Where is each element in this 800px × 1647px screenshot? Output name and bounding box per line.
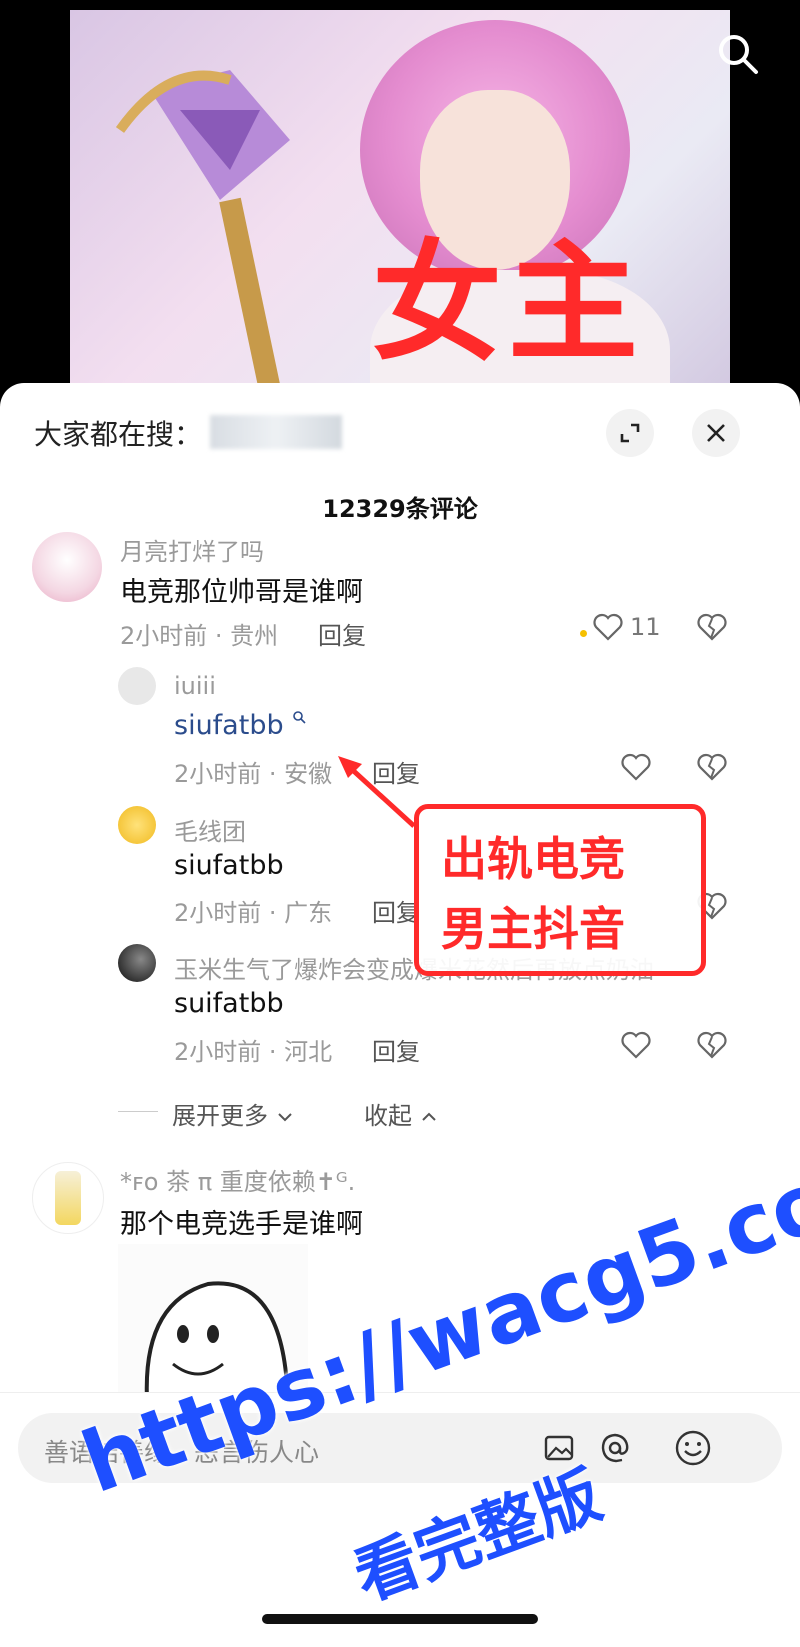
annotation-arrow xyxy=(338,756,416,828)
expand-more-button[interactable]: 展开更多 xyxy=(172,1096,294,1131)
comment-text: 电竞那位帅哥是谁啊 xyxy=(120,577,363,608)
heart-icon xyxy=(593,613,623,641)
comment-meta: 2小时前 · 贵州 xyxy=(120,622,279,650)
like-button[interactable] xyxy=(620,1030,652,1064)
broken-heart-icon xyxy=(697,613,727,641)
at-mention-icon[interactable] xyxy=(598,1431,632,1465)
avatar[interactable] xyxy=(32,1162,104,1234)
avatar[interactable] xyxy=(32,532,102,602)
dislike-button[interactable] xyxy=(696,752,728,786)
search-hint-label: 大家都在搜： xyxy=(34,418,203,451)
collapse-label: 收起 xyxy=(364,1102,412,1130)
reply-username[interactable]: iuiii xyxy=(174,672,216,700)
annotation-box: 出轨电竞 男主抖音 xyxy=(414,804,706,976)
reply-meta: 2小时前 · 安徽 xyxy=(174,760,333,788)
search-hint-blurred[interactable] xyxy=(210,415,342,449)
reply-text-link[interactable]: siufatbb xyxy=(174,710,306,741)
avatar[interactable] xyxy=(118,806,156,844)
heart-icon xyxy=(621,1031,651,1059)
dislike-button[interactable] xyxy=(696,612,728,646)
reply-text: suifatbb xyxy=(174,988,284,1019)
expand-more-label: 展开更多 xyxy=(172,1102,268,1130)
broken-heart-icon xyxy=(697,753,727,781)
chevron-up-icon xyxy=(421,1112,436,1121)
like-button[interactable]: 11 xyxy=(592,612,661,642)
unread-dot xyxy=(580,630,587,637)
emoji-icon[interactable] xyxy=(674,1429,712,1467)
reply-meta: 2小时前 · 广东 xyxy=(174,899,333,927)
comment-text: 那个电竞选手是谁啊 xyxy=(120,1209,363,1240)
comment-username[interactable]: *ꜰᴏ 茶 π 重度依赖✝ᴳ. xyxy=(120,1162,355,1197)
reply-button[interactable]: 回复 xyxy=(372,893,420,928)
like-count: 11 xyxy=(630,613,661,641)
close-icon xyxy=(707,424,725,442)
avatar[interactable] xyxy=(118,944,156,982)
broken-heart-icon xyxy=(697,1031,727,1059)
annotation-line-1: 出轨电竞 xyxy=(441,832,625,886)
expand-icon xyxy=(620,423,640,443)
wand-prop-image xyxy=(115,70,290,393)
video-overlay-title: 女主 xyxy=(372,227,645,379)
heart-icon xyxy=(621,753,651,781)
reply-text: siufatbb xyxy=(174,850,284,881)
expand-panel-button[interactable] xyxy=(606,409,654,457)
comment-username[interactable]: 月亮打烊了吗 xyxy=(120,532,264,567)
dislike-button[interactable] xyxy=(696,1030,728,1064)
divider xyxy=(118,1111,158,1112)
search-icon xyxy=(293,711,306,724)
reply-button[interactable]: 回复 xyxy=(372,1032,420,1067)
reply-meta: 2小时前 · 河北 xyxy=(174,1038,333,1066)
chevron-down-icon xyxy=(277,1113,292,1122)
reply-text[interactable]: siufatbb xyxy=(174,710,284,741)
reply-username[interactable]: 毛线团 xyxy=(174,812,246,847)
comment-count: 12329条评论 xyxy=(322,495,478,523)
annotation-line-2: 男主抖音 xyxy=(441,902,625,956)
reply-button[interactable]: 回复 xyxy=(318,616,366,651)
search-icon[interactable] xyxy=(712,28,764,80)
close-button[interactable] xyxy=(692,409,740,457)
home-indicator xyxy=(262,1614,538,1624)
collapse-button[interactable]: 收起 xyxy=(364,1096,438,1131)
like-button[interactable] xyxy=(620,752,652,786)
avatar[interactable] xyxy=(118,667,156,705)
